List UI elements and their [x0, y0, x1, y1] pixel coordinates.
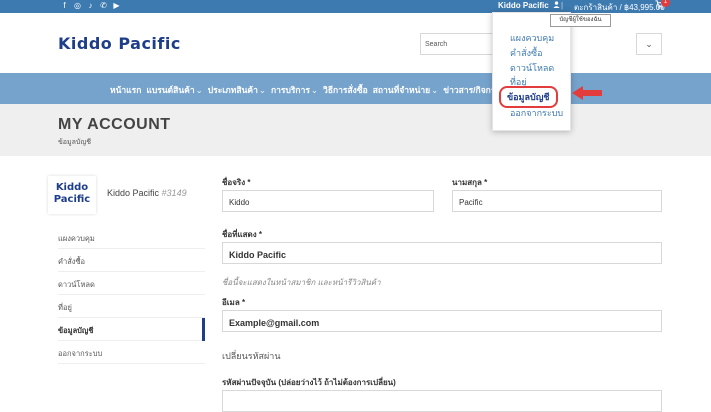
account-menu-trigger[interactable]: Kiddo Pacific	[498, 1, 560, 10]
sidebar-item-dashboard[interactable]: แผงควบคุม	[58, 226, 205, 249]
breadcrumb[interactable]: ข้อมูลบัญชี	[58, 137, 91, 148]
sidebar-item-account-details[interactable]: ข้อมูลบัญชี	[58, 318, 205, 341]
account-dropdown-menu: แผงควบคุม คำสั่งซื้อ ดาวน์โหลด ที่อยู่ ข…	[492, 12, 571, 131]
nav-item-how-to-order[interactable]: วิธีการสั่งซื้อ	[323, 83, 368, 97]
display-name-hint: ชื่อนี้จะแสดงในหน้าสมาชิก และหน้ารีวิวสิ…	[222, 278, 381, 287]
avatar: Kiddo Pacific	[48, 176, 96, 214]
dropdown-item-logout[interactable]: ออกจากระบบ	[510, 106, 563, 120]
sidebar-menu: แผงควบคุม คำสั่งซื้อ ดาวน์โหลด ที่อยู่ ข…	[58, 226, 205, 364]
search-category-select[interactable]: ⌄	[636, 33, 662, 55]
display-name-field[interactable]: Kiddo Pacific	[222, 242, 662, 264]
first-name-field[interactable]: Kiddo	[222, 190, 434, 212]
nav-item-services[interactable]: การบริการ⌄	[271, 83, 318, 97]
chevron-down-icon: ⌄	[195, 85, 203, 95]
cart-count-badge: 1	[661, 0, 670, 7]
email-field[interactable]: Example@gmail.com	[222, 310, 662, 332]
sidebar-item-orders[interactable]: คำสั่งซื้อ	[58, 249, 205, 272]
phone-icon[interactable]: ✆	[99, 1, 108, 10]
password-section-title: เปลี่ยนรหัสผ่าน	[222, 351, 281, 361]
account-details-form: ชื่อจริง * Kiddo นามสกุล * Pacific ชื่อท…	[222, 156, 662, 412]
dropdown-item-account-details[interactable]: ข้อมูลบัญชี	[499, 86, 558, 108]
page-title: MY ACCOUNT	[58, 116, 171, 133]
site-logo[interactable]: Kiddo Pacific	[58, 34, 181, 53]
chevron-down-icon: ⌄	[258, 85, 266, 95]
chevron-down-icon: ⌄	[310, 85, 319, 95]
dropdown-item-downloads[interactable]: ดาวน์โหลด	[510, 61, 554, 75]
search-input[interactable]: Search	[420, 33, 502, 55]
chevron-down-icon: ⌄	[431, 85, 439, 95]
dropdown-item-orders[interactable]: คำสั่งซื้อ	[510, 46, 542, 60]
nav-item-home[interactable]: หน้าแรก	[110, 83, 141, 97]
red-arrow-icon	[572, 86, 602, 105]
last-name-label: นามสกุล *	[452, 178, 488, 187]
top-bar: f ◎ ♪ ✆ ▶ Kiddo Pacific | ตะกร้าสินค้า /…	[0, 0, 711, 13]
dropdown-item-dashboard[interactable]: แผงควบคุม	[510, 31, 554, 45]
account-tooltip: บัญชีผู้ใช้ของฉัน	[550, 14, 611, 27]
page-banner: MY ACCOUNT ข้อมูลบัญชี	[0, 104, 711, 156]
display-name-label: ชื่อที่แสดง *	[222, 230, 262, 239]
current-password-label: รหัสผ่านปัจจุบัน (ปล่อยว่างไว้ ถ้าไม่ต้อ…	[222, 378, 396, 387]
instagram-icon[interactable]: ◎	[73, 1, 82, 10]
first-name-label: ชื่อจริง *	[222, 178, 251, 187]
youtube-icon[interactable]: ▶	[112, 1, 121, 10]
user-icon	[553, 1, 560, 10]
nav-item-stores[interactable]: สถานที่จำหน่าย⌄	[373, 83, 439, 97]
social-links: f ◎ ♪ ✆ ▶	[60, 1, 121, 10]
account-name: Kiddo Pacific	[498, 1, 549, 10]
nav-item-brands[interactable]: แบรนด์สินค้า⌄	[146, 83, 202, 97]
nav-item-categories[interactable]: ประเภทสินค้า⌄	[208, 83, 266, 97]
sidebar-item-logout[interactable]: ออกจากระบบ	[58, 341, 205, 364]
separator: |	[561, 1, 564, 10]
sidebar-item-addresses[interactable]: ที่อยู่	[58, 295, 205, 318]
main-nav: หน้าแรก แบรนด์สินค้า⌄ ประเภทสินค้า⌄ การบ…	[0, 73, 711, 104]
user-id: #3149	[161, 188, 187, 198]
tiktok-icon[interactable]: ♪	[86, 1, 95, 10]
user-display-name: Kiddo Pacific #3149	[107, 188, 187, 198]
email-label: อีเมล *	[222, 298, 246, 307]
current-password-field[interactable]	[222, 390, 662, 412]
account-sidebar: Kiddo Pacific Kiddo Pacific #3149 แผงควบ…	[0, 156, 205, 400]
facebook-icon[interactable]: f	[60, 1, 69, 10]
last-name-field[interactable]: Pacific	[452, 190, 662, 212]
sidebar-item-downloads[interactable]: ดาวน์โหลด	[58, 272, 205, 295]
nav-item-news[interactable]: ข่าวสาร/กิจกร	[443, 83, 495, 97]
